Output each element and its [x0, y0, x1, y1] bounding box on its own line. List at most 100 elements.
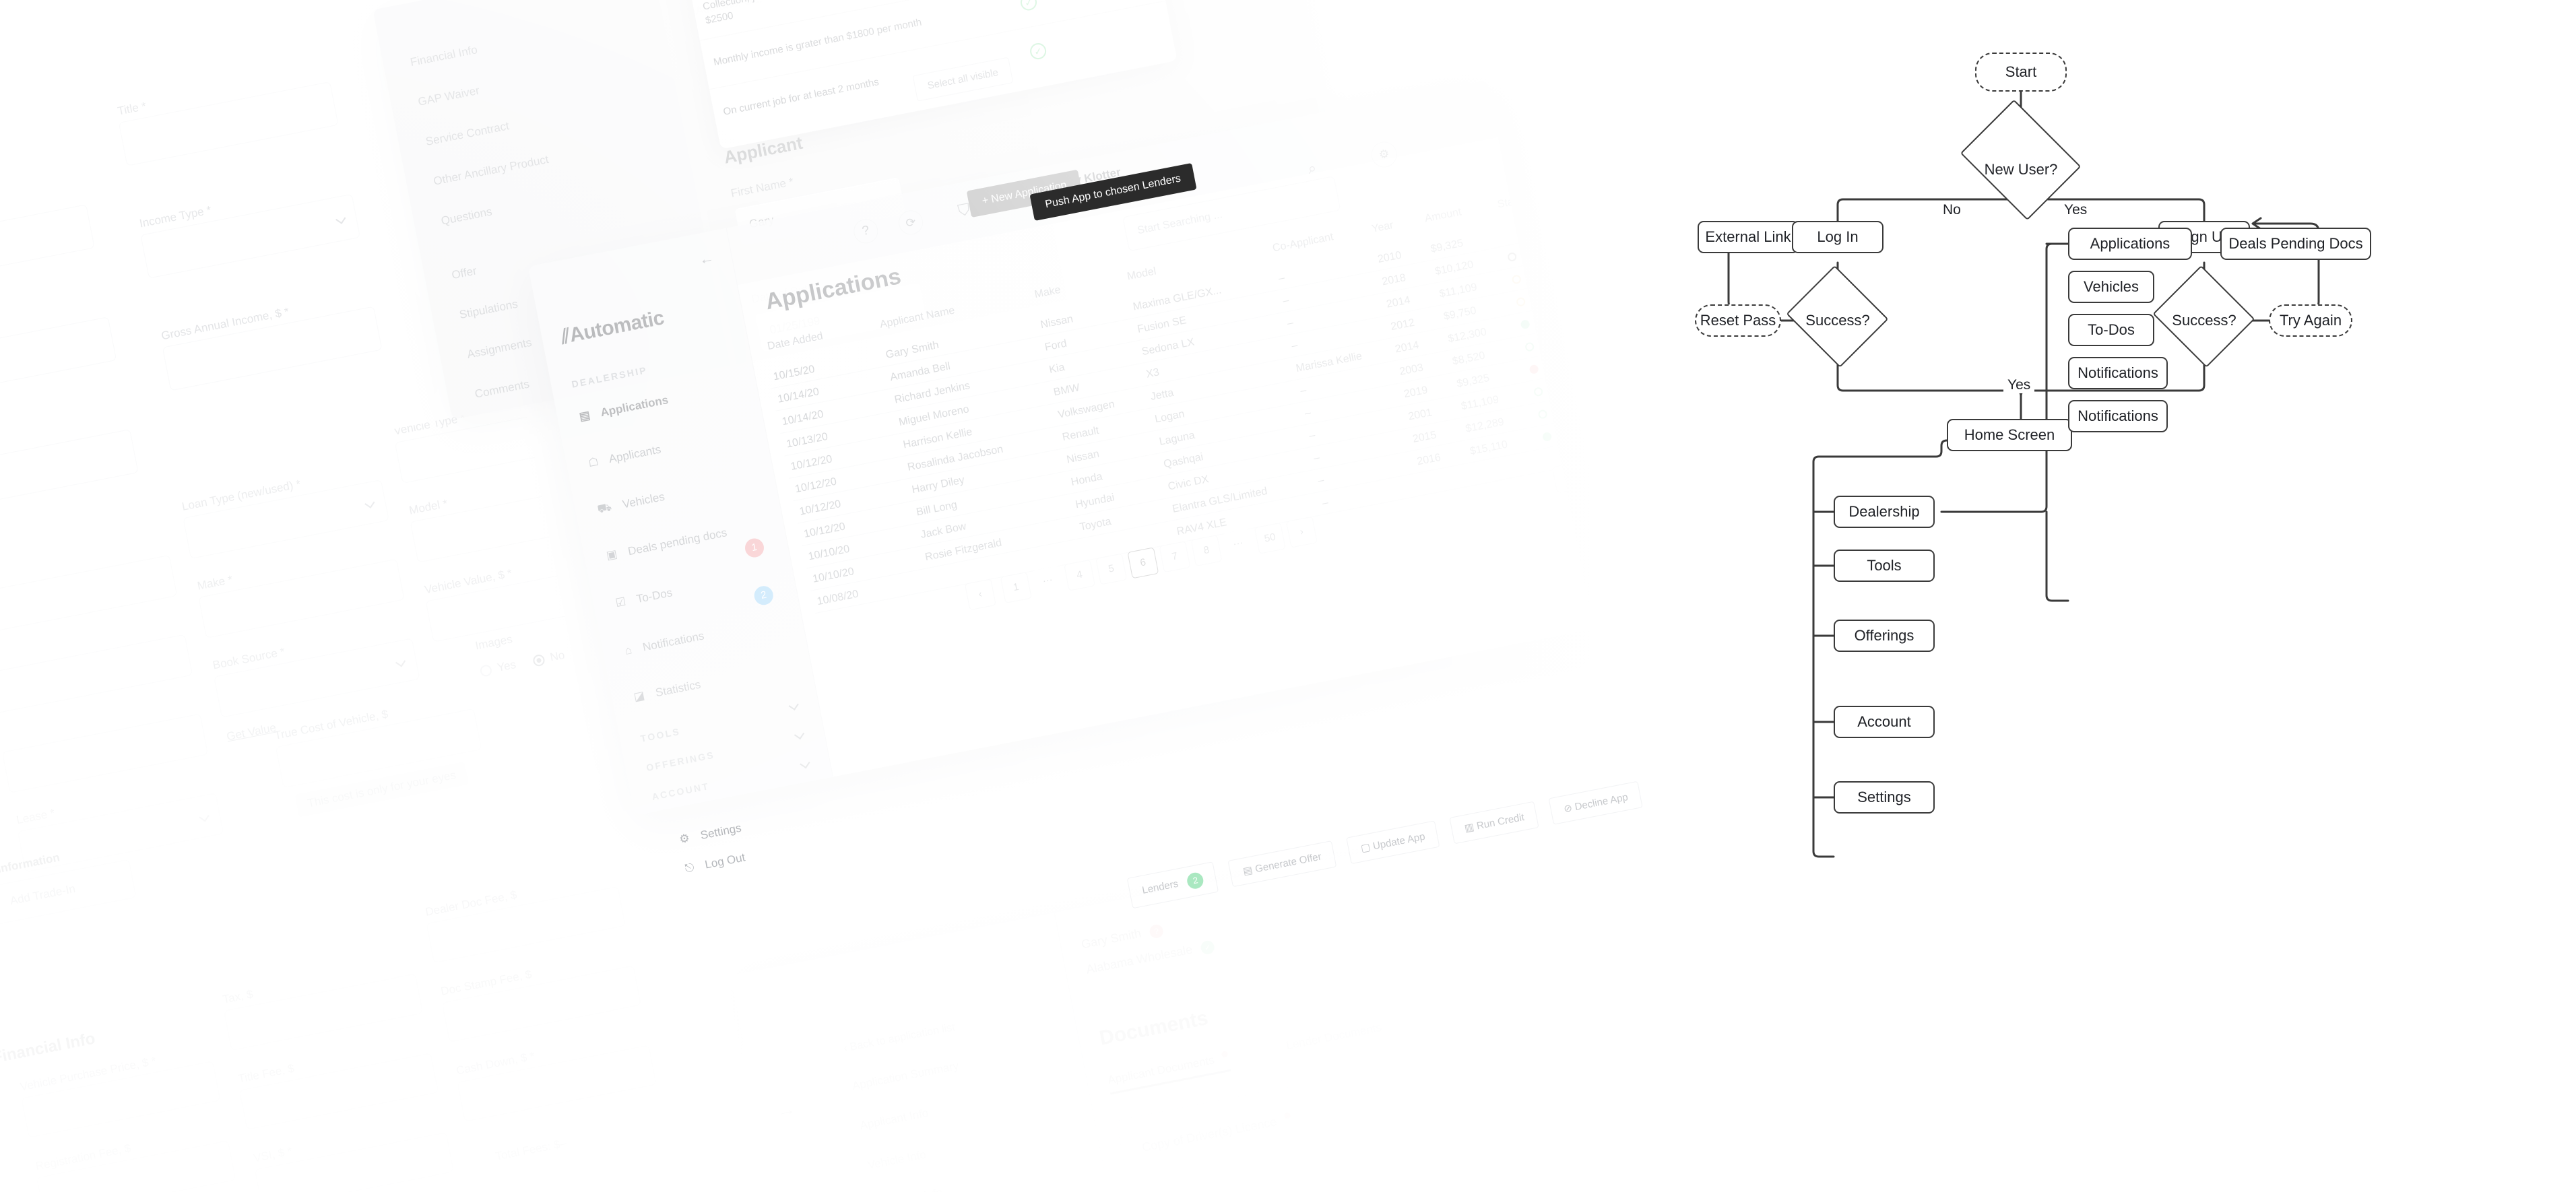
field-label: VSI, $ * [252, 1144, 294, 1165]
name-input[interactable] [0, 204, 95, 290]
detail-nav-item[interactable]: Other Ancillary Product [432, 153, 550, 189]
images-radio-no[interactable]: No [532, 649, 566, 668]
chevron-down-icon[interactable] [790, 700, 800, 708]
doc-nav-item[interactable]: Applicant Info [859, 1106, 930, 1133]
table-cell-amount: $9,325 [1429, 237, 1464, 255]
mileage-input[interactable] [1, 713, 209, 793]
column-header[interactable]: Model [1126, 265, 1157, 283]
column-header[interactable]: Year [1371, 220, 1394, 236]
flow-node-external-link[interactable]: External Link [1698, 221, 1799, 253]
status-dot-icon [1511, 274, 1522, 285]
chevron-down-icon[interactable] [795, 729, 805, 737]
make-input[interactable] [198, 558, 405, 638]
collapse-sidebar-icon[interactable]: ← [697, 249, 715, 269]
flow-node-settings[interactable]: Settings [1834, 781, 1935, 814]
back-to-application-list[interactable]: ‹ Back to application list [843, 1022, 956, 1055]
vsi-input[interactable] [254, 1132, 454, 1192]
cash-down-input[interactable] [457, 1045, 657, 1122]
chevron-down-icon[interactable] [800, 759, 810, 767]
pagination-page-5[interactable]: 5 [1095, 553, 1128, 585]
pagination-prev[interactable]: ‹ [964, 578, 996, 611]
column-header[interactable]: Status [1496, 193, 1528, 211]
flow-node-success-signup[interactable]: Success? [2150, 265, 2258, 369]
title-fee-input[interactable] [238, 1053, 439, 1130]
per-page-select[interactable] [1551, 451, 1594, 494]
table-cell-year: 2019 [1403, 384, 1429, 401]
documents-title: Documents [1097, 1007, 1211, 1050]
flow-node-log-in[interactable]: Log In [1792, 221, 1883, 253]
tax-input[interactable] [224, 973, 424, 1051]
sidebar-item-vehicles[interactable]: ⛟ Vehicles [596, 490, 666, 518]
tab-applicant-documents[interactable]: Applicant Documents [1106, 1051, 1231, 1095]
flow-node-home-screen[interactable]: Home Screen [1947, 419, 2072, 451]
search-icon[interactable]: ⌕ [1306, 159, 1318, 178]
detail-nav-item[interactable]: GAP Waiver [417, 84, 481, 109]
sidebar-item-statistics[interactable]: ◪ Statistics [633, 678, 702, 704]
book-source-select[interactable] [214, 638, 420, 718]
phone-number-input[interactable] [0, 317, 117, 402]
pagination-page-7[interactable]: 7 [1159, 541, 1191, 573]
expand-sidebar-icon[interactable]: → [775, 1098, 796, 1122]
flow-node-account[interactable]: Account [1834, 706, 1935, 738]
sidebar-item-settings[interactable]: ⚙ Settings [678, 822, 743, 847]
gear-icon[interactable]: ⚙ [1369, 139, 1399, 170]
images-radio-yes[interactable]: Yes [479, 658, 517, 678]
doc-nav-item[interactable]: Application Summary [851, 1059, 959, 1093]
document-view-button[interactable]: View [1623, 1034, 1676, 1069]
column-header[interactable]: Applicant Name [879, 305, 956, 331]
dealer-doc-fee-input[interactable] [426, 886, 626, 964]
vin-input[interactable] [0, 554, 178, 635]
detail-nav-item[interactable]: Service Contract [424, 119, 510, 149]
sidebar-item-todos[interactable]: ☑ To-Dos [614, 586, 674, 610]
doc-nav-item[interactable]: Vehicle Info [866, 1148, 927, 1172]
flow-node-tools[interactable]: Tools [1834, 550, 1935, 582]
flow-node-applications[interactable]: Applications [2068, 228, 2192, 260]
field-label: Model * [408, 496, 449, 517]
column-header[interactable]: Amount [1423, 206, 1462, 225]
flow-node-notifications-2[interactable]: Notifications [2068, 400, 2168, 432]
detail-nav-item[interactable]: Questions [440, 205, 493, 228]
trim-input[interactable] [0, 634, 193, 714]
doc-stamp-fee-input[interactable] [441, 965, 641, 1042]
pagination-page-4[interactable]: 4 [1064, 559, 1096, 591]
flow-node-todos[interactable]: To-Dos [2068, 314, 2154, 346]
title-input[interactable] [118, 81, 339, 166]
flow-node-deals-pending-docs[interactable]: Deals Pending Docs [2220, 228, 2371, 260]
column-header[interactable]: Date Added [767, 331, 825, 354]
doc-nav-item[interactable]: Financial Info [874, 1186, 944, 1192]
status-badge: Offer Accepted [1524, 326, 1594, 354]
get-value-link[interactable]: Get Value [226, 721, 278, 744]
sidebar-item-applicants[interactable]: ☖ Applicants [587, 443, 662, 471]
detail-nav-item[interactable]: Stipulations [458, 298, 519, 322]
tab-lender-documents[interactable]: Lender Documents [1285, 1021, 1383, 1053]
pagination-next[interactable]: › [1285, 516, 1318, 548]
pagination-page-1[interactable]: 1 [1000, 572, 1032, 603]
logout-icon: ⎋ [684, 861, 695, 875]
detail-nav-item[interactable]: Offer [451, 264, 478, 282]
detail-nav-item[interactable]: Assignments [466, 336, 533, 362]
pagination-page-6[interactable]: 6 [1127, 547, 1159, 579]
images-label: Images [474, 632, 514, 653]
flow-node-offerings[interactable]: Offerings [1834, 620, 1935, 652]
model-input[interactable] [410, 483, 597, 563]
detail-nav-item[interactable]: Financial Info [409, 43, 478, 69]
sidebar-item-logout[interactable]: ⎋ Log Out [684, 851, 748, 875]
sidebar-item-deals-pending-docs[interactable]: ▣ Deals pending docs [605, 526, 728, 562]
flow-node-success-login[interactable]: Success? [1784, 265, 1892, 369]
detail-nav-item[interactable]: Comments [474, 378, 530, 401]
document-view-button[interactable]: View [1640, 1119, 1692, 1155]
income-type-select[interactable] [140, 193, 361, 279]
flow-node-notifications-1[interactable]: Notifications [2068, 357, 2168, 389]
flow-node-dealership[interactable]: Dealership [1834, 496, 1935, 528]
flow-node-reset-pass[interactable]: Reset Pass [1695, 304, 1781, 337]
pagination-page-50[interactable]: 50 [1254, 522, 1286, 554]
sidebar-item-notifications[interactable]: ⌂ Notifications [624, 629, 705, 657]
section-label-tools: TOOLS [639, 725, 682, 744]
flow-node-try-again[interactable]: Try Again [2269, 304, 2352, 337]
flow-node-start[interactable]: Start [1975, 53, 2067, 92]
sidebar-item-applications[interactable]: ▤ Applications [578, 393, 670, 424]
column-header[interactable]: Make [1033, 284, 1062, 301]
flow-node-vehicles[interactable]: Vehicles [2068, 271, 2154, 303]
pagination-page-8[interactable]: 8 [1190, 535, 1223, 567]
column-header[interactable]: Co-Applicant [1272, 231, 1334, 255]
